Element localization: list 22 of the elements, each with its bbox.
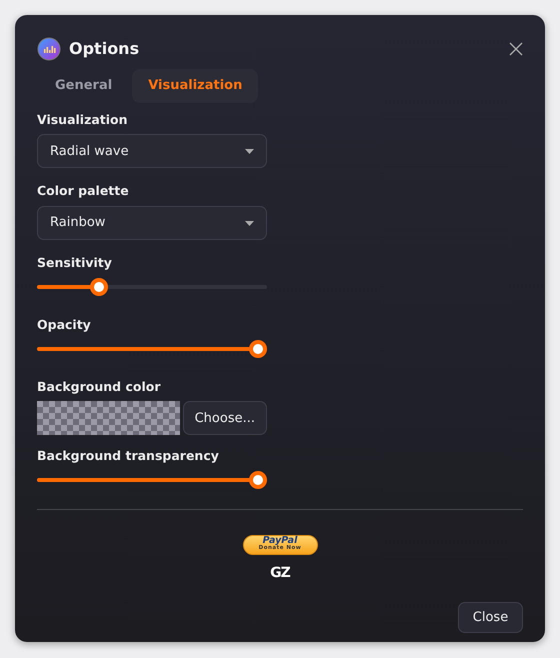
tab[interactable]: General	[39, 69, 128, 102]
close-icon[interactable]	[509, 42, 523, 56]
slider-thumb[interactable]	[249, 340, 267, 358]
choose-button[interactable]: Choose...	[182, 401, 267, 436]
dropdown[interactable]: Radial wave	[37, 134, 267, 168]
slider-thumb[interactable]	[90, 278, 108, 296]
equalizer-icon	[37, 37, 61, 61]
field-label: Opacity	[37, 316, 92, 334]
tab[interactable]: Visualization	[132, 69, 258, 102]
color-swatch[interactable]	[37, 401, 180, 436]
close-button[interactable]: Close	[458, 602, 523, 633]
field-label: Visualization	[37, 110, 129, 128]
caret-icon	[245, 148, 254, 154]
window-title: Options	[69, 38, 140, 60]
field-label: Sensitivity	[37, 254, 113, 272]
dropdown[interactable]: Rainbow	[37, 206, 267, 240]
field-label: Color palette	[37, 182, 130, 200]
slider-thumb[interactable]	[249, 471, 267, 489]
caret-icon	[245, 220, 254, 226]
logo: GZ	[270, 564, 290, 583]
field-label: Background color	[37, 378, 162, 396]
field-label: Background transparency	[37, 447, 220, 466]
